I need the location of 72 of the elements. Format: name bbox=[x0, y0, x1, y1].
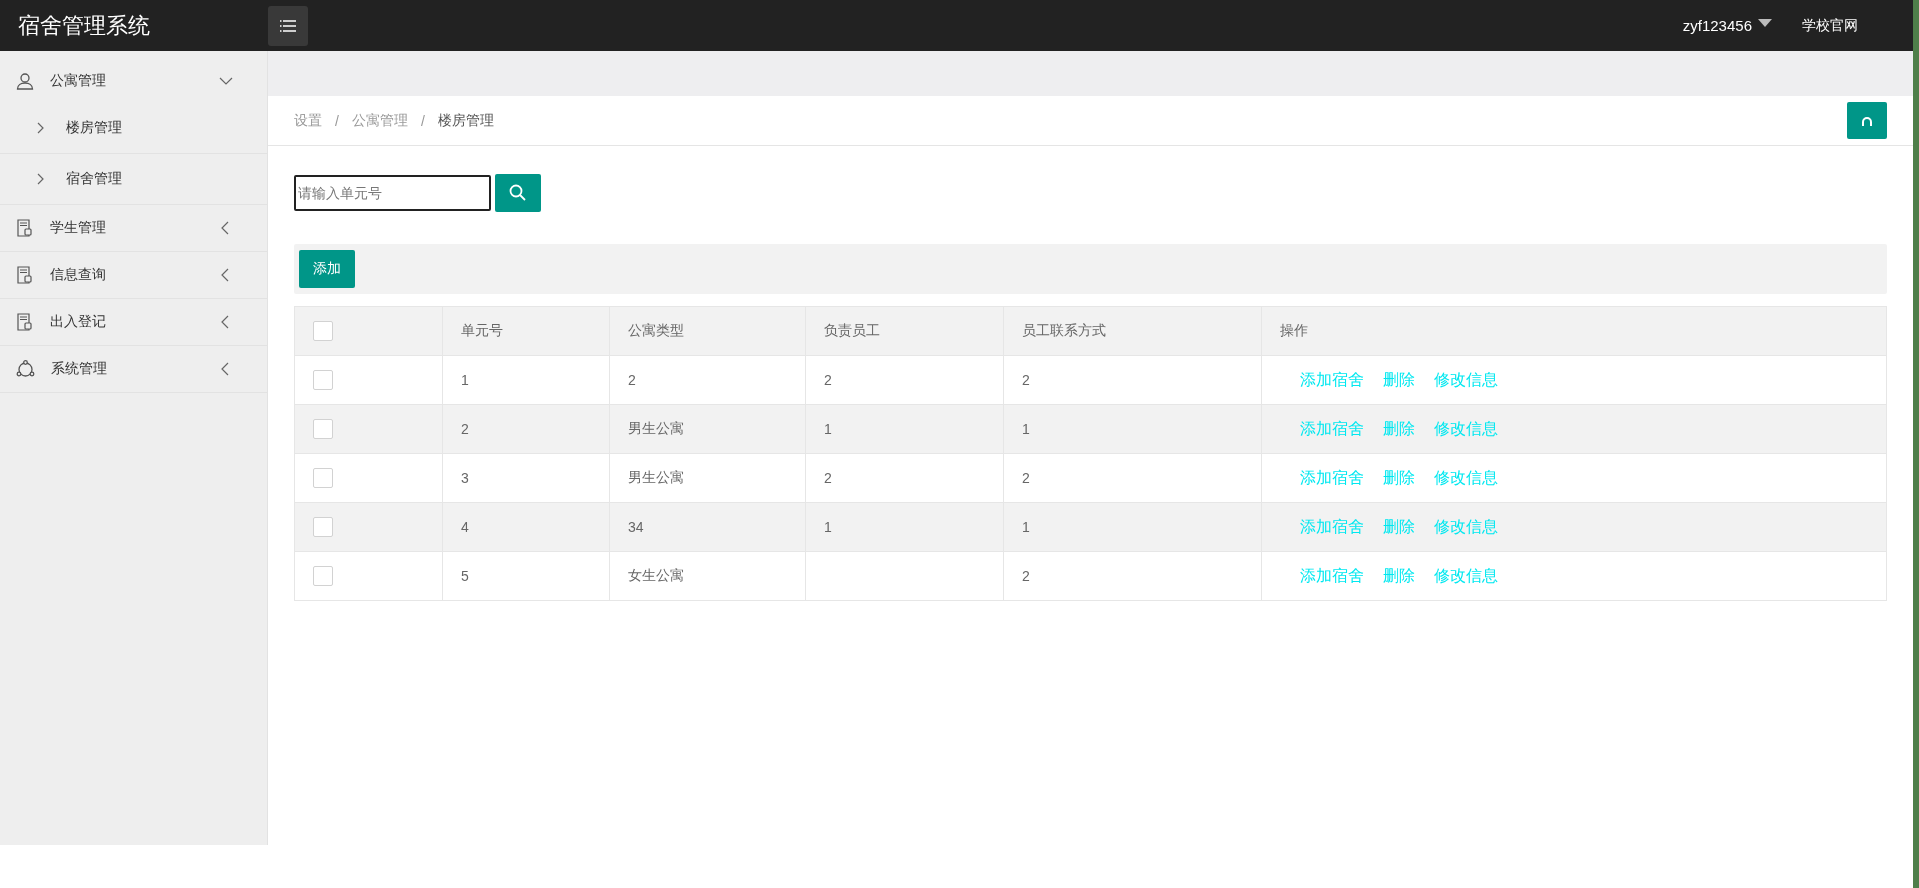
user-icon bbox=[16, 72, 34, 90]
row-checkbox[interactable] bbox=[313, 370, 333, 390]
column-header: 单元号 bbox=[442, 306, 610, 356]
column-header: 负责员工 bbox=[805, 306, 1004, 356]
table-cell: 1 bbox=[442, 355, 610, 405]
menu-icon bbox=[279, 18, 297, 33]
action-link[interactable]: 添加宿舍 bbox=[1300, 517, 1364, 535]
table-cell: 1 bbox=[1003, 404, 1262, 454]
table-cell: 1 bbox=[1003, 502, 1262, 552]
menu-button[interactable] bbox=[268, 5, 308, 46]
table-cell: 2 bbox=[1003, 453, 1262, 503]
action-link[interactable]: 修改信息 bbox=[1434, 419, 1498, 437]
column-header: 公寓类型 bbox=[609, 306, 806, 356]
action-link[interactable]: 添加宿舍 bbox=[1300, 370, 1364, 388]
search-button[interactable] bbox=[495, 174, 541, 212]
table-cell: 男生公寓 bbox=[609, 404, 806, 454]
table-cell: 1 bbox=[805, 502, 1004, 552]
add-button[interactable]: 添加 bbox=[299, 250, 355, 288]
breadcrumb-item[interactable]: 公寓管理 bbox=[351, 111, 408, 130]
action-link[interactable]: 删除 bbox=[1383, 419, 1415, 437]
action-link[interactable]: 删除 bbox=[1383, 468, 1415, 486]
form-icon bbox=[16, 219, 34, 237]
action-link[interactable]: 删除 bbox=[1383, 517, 1415, 535]
user-menu[interactable]: zyf123456 bbox=[1682, 17, 1772, 34]
table-cell: 3 bbox=[442, 453, 610, 503]
column-header: 操作 bbox=[1261, 306, 1887, 356]
refresh-button[interactable] bbox=[1847, 102, 1887, 139]
sidebar-item[interactable]: 信息查询 bbox=[0, 252, 267, 299]
sidebar-item[interactable]: 公寓管理 bbox=[0, 59, 267, 103]
breadcrumb-item[interactable]: 设置 bbox=[294, 111, 322, 130]
action-link[interactable]: 添加宿舍 bbox=[1300, 468, 1364, 486]
action-link[interactable]: 删除 bbox=[1383, 370, 1415, 388]
action-link[interactable]: 修改信息 bbox=[1434, 566, 1498, 584]
breadcrumb-separator: / bbox=[335, 112, 339, 129]
table-cell: 2 bbox=[609, 355, 806, 405]
table-cell: 2 bbox=[805, 453, 1004, 503]
sidebar-subitem[interactable]: 楼房管理 bbox=[0, 103, 267, 154]
action-link[interactable]: 删除 bbox=[1383, 566, 1415, 584]
table-cell: 4 bbox=[442, 502, 610, 552]
search-field[interactable]: 请输入单元号 bbox=[294, 175, 491, 211]
breadcrumb-item: 楼房管理 bbox=[437, 111, 494, 130]
table-cell: 2 bbox=[1003, 551, 1262, 601]
sidebar-subitem[interactable]: 宿舍管理 bbox=[0, 154, 267, 205]
school-website-link[interactable]: 学校官网 bbox=[1802, 16, 1858, 35]
sidebar-item[interactable]: 系统管理 bbox=[0, 346, 267, 393]
network-icon bbox=[16, 360, 35, 378]
action-link[interactable]: 添加宿舍 bbox=[1300, 419, 1364, 437]
table-cell: 5 bbox=[442, 551, 610, 601]
row-checkbox[interactable] bbox=[313, 566, 333, 586]
app-title: 宿舍管理系统 bbox=[17, 11, 151, 40]
select-all-checkbox[interactable] bbox=[313, 321, 333, 341]
row-checkbox[interactable] bbox=[313, 468, 333, 488]
row-checkbox[interactable] bbox=[313, 419, 333, 439]
action-link[interactable]: 添加宿舍 bbox=[1300, 566, 1364, 584]
search-icon bbox=[509, 184, 527, 202]
form-icon bbox=[16, 313, 34, 331]
column-header: 员工联系方式 bbox=[1003, 306, 1262, 356]
action-link[interactable]: 修改信息 bbox=[1434, 468, 1498, 486]
action-link[interactable]: 修改信息 bbox=[1434, 370, 1498, 388]
table-cell: 女生公寓 bbox=[609, 551, 806, 601]
table-cell: 34 bbox=[609, 502, 806, 552]
breadcrumb-separator: / bbox=[420, 112, 425, 129]
table-cell: 2 bbox=[442, 404, 610, 454]
sidebar-item[interactable]: 学生管理 bbox=[0, 205, 267, 252]
table-cell: 1 bbox=[805, 404, 1004, 454]
sidebar-item[interactable]: 出入登记 bbox=[0, 299, 267, 346]
row-checkbox[interactable] bbox=[313, 517, 333, 537]
form-icon bbox=[16, 266, 34, 284]
table-cell: 2 bbox=[805, 355, 1004, 405]
table-cell: 2 bbox=[1003, 355, 1262, 405]
action-link[interactable]: 修改信息 bbox=[1434, 517, 1498, 535]
table-cell: 男生公寓 bbox=[609, 453, 806, 503]
